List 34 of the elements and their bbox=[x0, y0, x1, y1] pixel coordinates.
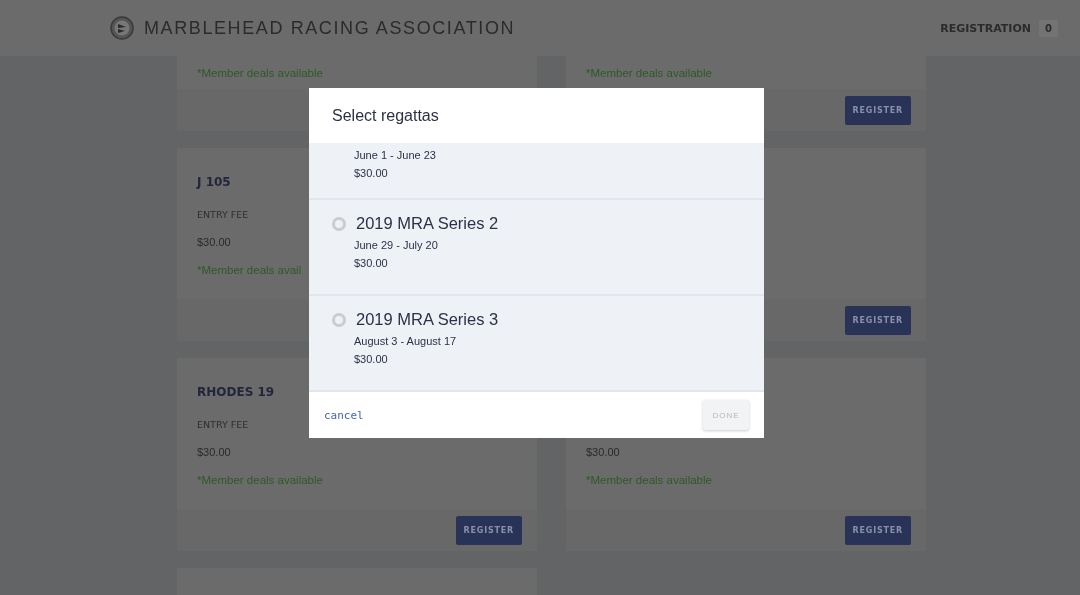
registration-count: 0 bbox=[1039, 19, 1058, 37]
cancel-link[interactable]: cancel bbox=[324, 408, 364, 422]
entry-fee-label: ENTRY FEE bbox=[197, 418, 249, 430]
registration-link[interactable]: REGISTRATION bbox=[940, 21, 1032, 35]
register-button[interactable]: REGISTER bbox=[844, 95, 911, 125]
regatta-name: 2019 MRA Series 2 bbox=[356, 214, 499, 233]
regatta-option[interactable]: June 1 - June 23 $30.00 bbox=[309, 143, 764, 200]
dialog-title: Select regattas bbox=[332, 106, 439, 125]
boat-class-title: J 105 bbox=[197, 175, 231, 189]
member-deals-note: *Member deals available bbox=[197, 67, 323, 79]
entry-fee-label: ENTRY FEE bbox=[197, 208, 249, 220]
regatta-dates: August 3 - August 17 bbox=[353, 335, 458, 347]
regatta-option[interactable]: 2019 MRA Series 3 August 3 - August 17 $30.00 bbox=[309, 296, 764, 392]
regatta-price: $30.00 bbox=[353, 257, 389, 269]
entry-fee-amount: $30.00 bbox=[197, 236, 231, 248]
entry-fee-amount: $30.00 bbox=[586, 446, 620, 458]
member-deals-note: *Member deals available bbox=[586, 67, 712, 79]
regatta-dates: June 29 - July 20 bbox=[353, 239, 439, 251]
radio-button[interactable] bbox=[332, 216, 346, 231]
member-deals-note: *Member deals available bbox=[586, 474, 712, 486]
register-button[interactable]: REGISTER bbox=[455, 515, 522, 545]
member-deals-note: *Member deals avail bbox=[197, 264, 302, 276]
entry-fee-amount: $30.00 bbox=[197, 446, 231, 458]
boat-class-title: RHODES 19 bbox=[197, 385, 275, 399]
regatta-option[interactable]: 2019 MRA Series 2 June 29 - July 20 $30.00 bbox=[309, 200, 764, 296]
regatta-dates: June 1 - June 23 bbox=[353, 149, 437, 161]
register-button[interactable]: REGISTER bbox=[844, 305, 911, 335]
radio-button[interactable] bbox=[332, 312, 346, 327]
regatta-price: $30.00 bbox=[353, 167, 389, 179]
site-title: MARBLEHEAD RACING ASSOCIATION bbox=[144, 17, 516, 39]
regatta-name: 2019 MRA Series 3 bbox=[356, 310, 499, 329]
register-button[interactable]: REGISTER bbox=[844, 515, 911, 545]
member-deals-note: *Member deals available bbox=[197, 474, 323, 486]
regatta-price: $30.00 bbox=[353, 353, 389, 365]
